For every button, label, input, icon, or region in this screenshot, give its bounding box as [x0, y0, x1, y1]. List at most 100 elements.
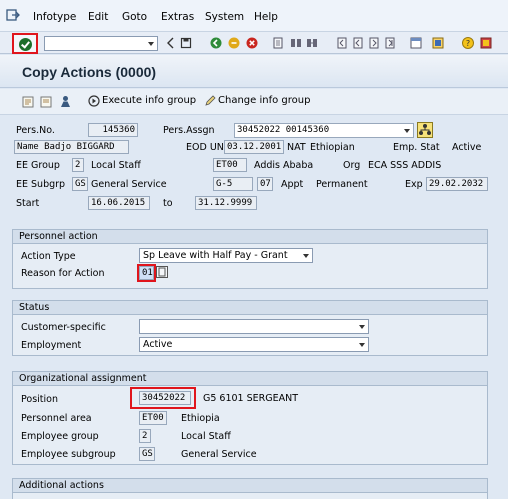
find-next-icon[interactable]: [306, 37, 318, 49]
start-label: Start: [16, 198, 40, 209]
pers-no-label: Pers.No.: [16, 125, 55, 136]
status-title: Status: [13, 301, 487, 315]
nat-value: Ethiopian: [310, 142, 355, 153]
chevron-down-icon[interactable]: [404, 129, 410, 133]
appt-label: Appt: [281, 179, 304, 190]
ee-subgrp-text: General Service: [91, 179, 167, 190]
overview-icon[interactable]: [22, 96, 34, 108]
eod-label: EOD UN: [186, 142, 224, 153]
action-type-select[interactable]: Sp Leave with Half Pay - Grant: [139, 248, 313, 263]
display-icon[interactable]: [40, 96, 52, 108]
pa-code[interactable]: ET00: [213, 158, 247, 172]
page-title: Copy Actions (0000): [22, 64, 157, 80]
appt-value: Permanent: [316, 179, 368, 190]
last-page-icon[interactable]: [384, 37, 396, 49]
personnel-action-title: Personnel action: [13, 230, 487, 244]
next-page-icon[interactable]: [368, 37, 380, 49]
menu-edit[interactable]: Edit: [88, 11, 108, 23]
pers-no-field[interactable]: 145360: [88, 123, 138, 137]
person-icon[interactable]: [59, 95, 72, 108]
execute-info-group-button[interactable]: Execute info group: [102, 95, 196, 106]
menu-infotype[interactable]: Infotype: [33, 11, 76, 23]
personnel-action-group: Personnel action Action Type Sp Leave wi…: [12, 229, 488, 289]
ee-group-code[interactable]: 2: [72, 158, 84, 172]
employee-group-label: Employee group: [21, 431, 99, 442]
exit-icon[interactable]: [228, 37, 240, 49]
help-icon[interactable]: ?: [462, 37, 474, 49]
change-info-group-button[interactable]: Change info group: [218, 95, 310, 106]
value-help-icon[interactable]: [156, 266, 168, 278]
personnel-area-text: Ethiopia: [181, 413, 220, 424]
additional-actions-title: Additional actions: [13, 479, 487, 493]
menu-goto[interactable]: Goto: [122, 11, 147, 23]
menu-help[interactable]: Help: [254, 11, 278, 23]
pa-text: Addis Ababa: [254, 160, 314, 171]
cancel-icon[interactable]: [246, 37, 258, 49]
enter-button[interactable]: [12, 33, 38, 54]
prev-page-icon[interactable]: [352, 37, 364, 49]
system-toolbar: ?: [0, 32, 508, 54]
grade-field[interactable]: G-5: [213, 177, 253, 191]
position-field[interactable]: 30452022: [139, 391, 191, 405]
employee-group-field[interactable]: 2: [139, 429, 151, 443]
exp-field[interactable]: 29.02.2032: [426, 177, 488, 191]
chevron-down-icon[interactable]: [359, 325, 365, 329]
status-group: Status Customer-specific Employment Acti…: [12, 300, 488, 356]
action-type-label: Action Type: [21, 251, 76, 262]
org-label: Org: [343, 160, 361, 171]
back-icon[interactable]: [210, 37, 222, 49]
save-disk-icon[interactable]: [180, 37, 192, 49]
to-label: to: [163, 198, 173, 209]
eod-field[interactable]: 03.12.2001: [224, 140, 284, 154]
employee-group-text: Local Staff: [181, 431, 231, 442]
execute-icon: [88, 95, 100, 107]
main-content: Pers.No. 145360 Pers.Assgn 30452022 0014…: [0, 116, 508, 499]
new-session-icon[interactable]: [410, 37, 422, 49]
pencil-icon: [205, 95, 216, 106]
position-label: Position: [21, 394, 58, 405]
employment-label: Employment: [21, 340, 82, 351]
menu-extras[interactable]: Extras: [161, 11, 194, 23]
find-icon[interactable]: [290, 37, 302, 49]
personnel-area-label: Personnel area: [21, 413, 92, 424]
personnel-area-field[interactable]: ET00: [139, 411, 167, 425]
ee-subgrp-code[interactable]: GS: [72, 177, 88, 191]
first-page-icon[interactable]: [336, 37, 348, 49]
chevron-down-icon[interactable]: [359, 343, 365, 347]
end-field[interactable]: 31.12.9999: [195, 196, 257, 210]
customize-layout-icon[interactable]: [480, 37, 492, 49]
reason-field[interactable]: 01: [137, 264, 156, 282]
org-assignment-group: Organizational assignment Position 30452…: [12, 371, 488, 465]
additional-actions-group: Additional actions: [12, 478, 488, 499]
command-field[interactable]: [44, 36, 158, 51]
exp-label: Exp: [405, 179, 423, 190]
checkmark-icon: [19, 38, 32, 51]
org-value: ECA SSS ADDIS: [368, 160, 442, 171]
step-field[interactable]: 07: [257, 177, 273, 191]
application-toolbar: Execute info group Change info group: [0, 89, 508, 115]
employee-subgroup-field[interactable]: GS: [139, 447, 155, 461]
save-icon[interactable]: [165, 37, 177, 49]
title-bar: Copy Actions (0000): [0, 55, 508, 88]
ee-group-text: Local Staff: [91, 160, 141, 171]
emp-stat-value: Active: [452, 142, 482, 153]
customer-specific-label: Customer-specific: [21, 322, 106, 333]
layout-icon[interactable]: [432, 37, 444, 49]
employee-subgroup-text: General Service: [181, 449, 257, 460]
customer-specific-select[interactable]: [139, 319, 369, 334]
print-icon[interactable]: [272, 37, 284, 49]
reason-label: Reason for Action: [21, 268, 105, 279]
org-structure-icon[interactable]: [417, 122, 433, 138]
emp-stat-label: Emp. Stat: [393, 142, 440, 153]
nat-label: NAT: [287, 142, 306, 153]
menu-bar: Infotype Edit Goto Extras System Help: [0, 0, 508, 32]
pers-assgn-select[interactable]: 30452022 00145360: [234, 123, 414, 138]
ee-group-label: EE Group: [16, 160, 60, 171]
start-field[interactable]: 16.06.2015: [88, 196, 150, 210]
chevron-down-icon[interactable]: [148, 42, 154, 46]
menu-system[interactable]: System: [205, 11, 244, 23]
sap-logout-icon[interactable]: [6, 8, 20, 22]
ee-subgrp-label: EE Subgrp: [16, 179, 66, 190]
chevron-down-icon[interactable]: [303, 254, 309, 258]
employment-select[interactable]: Active: [139, 337, 369, 352]
